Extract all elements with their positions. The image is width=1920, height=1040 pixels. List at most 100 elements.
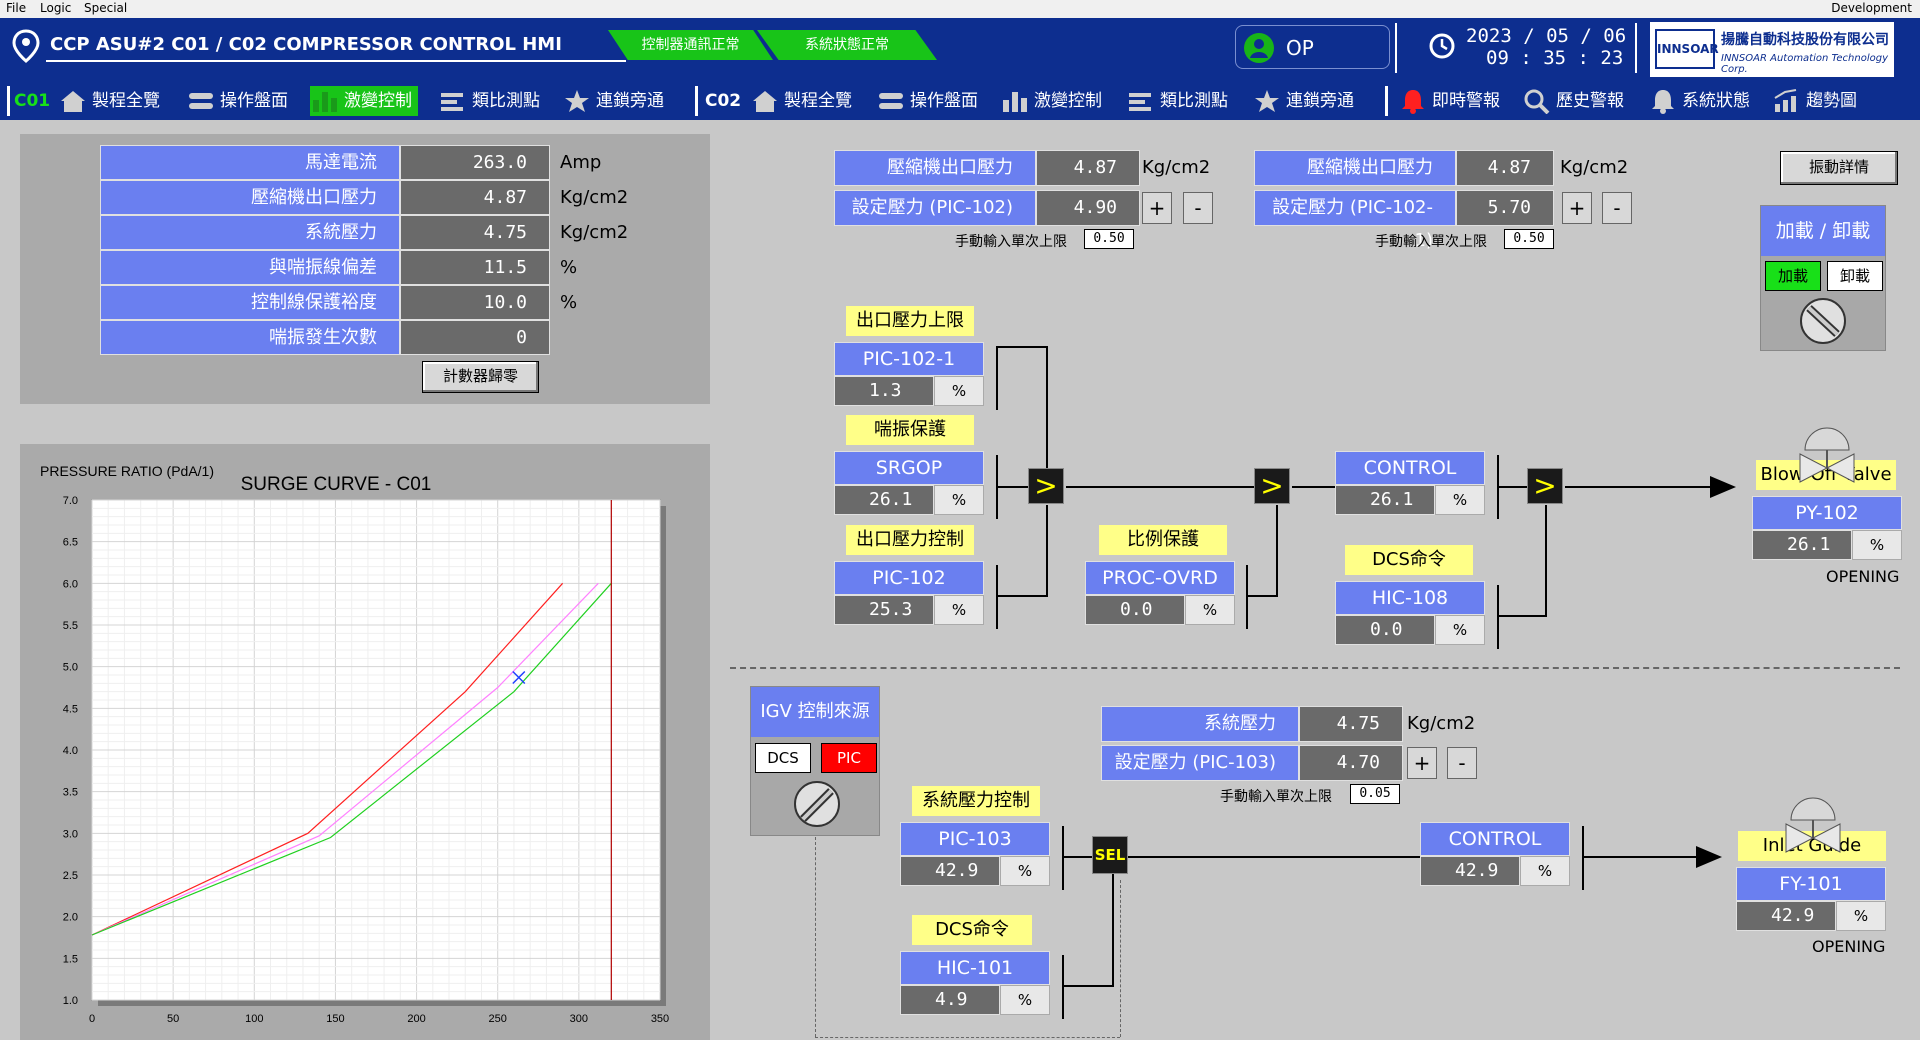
- blowoff-valve-icon[interactable]: [1798, 424, 1856, 488]
- nav-c02-surge[interactable]: 激變控制: [1000, 86, 1102, 116]
- pic1021-caption: 出口壓力上限: [846, 306, 974, 336]
- wire: [1062, 985, 1112, 987]
- summary-unit: Kg/cm2: [560, 222, 629, 243]
- hic108-tag[interactable]: HIC-108: [1335, 581, 1485, 615]
- wire: [1046, 346, 1048, 471]
- nav-c01-bypass[interactable]: 連鎖旁通: [562, 86, 664, 116]
- menu-file[interactable]: File: [6, 1, 26, 15]
- pic102-unit: %: [934, 595, 984, 625]
- manual-limit-label: 手動輸入單次上限: [955, 234, 1067, 250]
- nav-c01-label[interactable]: C01: [14, 86, 50, 116]
- manual-limit-value[interactable]: 0.50: [1084, 229, 1134, 249]
- home-icon: [753, 91, 777, 112]
- manual-limit3-label: 手動輸入單次上限: [1220, 789, 1332, 805]
- vibration-detail-button[interactable]: 振動詳情: [1780, 151, 1898, 185]
- x-tick-label: 0: [89, 1013, 95, 1025]
- setpoint2-value[interactable]: 5.70: [1456, 190, 1554, 226]
- sp103-plus-button[interactable]: +: [1407, 747, 1437, 779]
- nav-c01-analog[interactable]: 類比測點: [438, 86, 540, 116]
- nav-c02-overview[interactable]: 製程全覽: [750, 86, 852, 116]
- x-tick-label: 100: [245, 1013, 263, 1025]
- manual-limit2-value[interactable]: 0.50: [1504, 229, 1554, 249]
- igv-dashed-link-v2: [1120, 880, 1121, 1037]
- srgop-tag[interactable]: SRGOP: [834, 451, 984, 485]
- nav-c01-panel[interactable]: 操作盤面: [186, 86, 288, 116]
- wire: [1582, 856, 1712, 858]
- menu-logic[interactable]: Logic: [40, 1, 71, 15]
- out-press2-label: 壓縮機出口壓力: [1254, 150, 1456, 186]
- summary-label: 控制線保護裕度: [100, 285, 400, 320]
- y-tick-label: 1.0: [63, 995, 78, 1007]
- nav-system-status[interactable]: 系統狀態: [1648, 86, 1750, 116]
- op-mode-box[interactable]: OP: [1235, 25, 1390, 69]
- nav-label: 連鎖旁通: [596, 91, 664, 111]
- x-tick-label: 350: [651, 1013, 669, 1025]
- bracket: [1062, 955, 1064, 1019]
- sp103-minus-button[interactable]: -: [1447, 747, 1477, 779]
- setpoint-minus-button[interactable]: -: [1183, 192, 1213, 224]
- hic101-tag[interactable]: HIC-101: [900, 951, 1050, 985]
- out-press-unit: Kg/cm2: [1142, 157, 1211, 178]
- pic1021-tag[interactable]: PIC-102-1: [834, 342, 984, 376]
- nav-history-alarm[interactable]: 歷史警報: [1522, 86, 1624, 116]
- nav-realtime-alarm[interactable]: 即時警報: [1398, 86, 1500, 116]
- setpoint2-plus-button[interactable]: +: [1562, 192, 1592, 224]
- x-tick-label: 150: [326, 1013, 344, 1025]
- hic101-caption: DCS命令: [912, 915, 1032, 945]
- igv-valve-icon[interactable]: [1784, 794, 1842, 858]
- compare-icon-2: >: [1254, 468, 1290, 504]
- procovrd-tag[interactable]: PROC-OVRD: [1085, 561, 1235, 595]
- nav-c02-label[interactable]: C02: [705, 86, 741, 116]
- setpoint-plus-button[interactable]: +: [1142, 192, 1172, 224]
- out-press-value: 4.87: [1036, 150, 1140, 186]
- wire: [996, 595, 1046, 597]
- x-tick-label: 50: [167, 1013, 179, 1025]
- nav-c02-analog[interactable]: 類比測點: [1126, 86, 1228, 116]
- summary-value: 0: [400, 320, 550, 355]
- pic102-value: 25.3: [834, 595, 934, 625]
- nav-c01-surge[interactable]: 激變控制: [310, 86, 418, 116]
- menu-special[interactable]: Special: [84, 1, 127, 15]
- setpoint-value[interactable]: 4.90: [1036, 190, 1140, 226]
- nav-label: 激變控制: [1034, 91, 1102, 111]
- manual-limit3-value[interactable]: 0.05: [1350, 784, 1400, 804]
- logo-cn: 揚騰自動科技股份有限公司: [1721, 32, 1889, 48]
- header-divider: [1395, 23, 1397, 73]
- py102-tag[interactable]: PY-102: [1752, 496, 1902, 530]
- igv-pic-button[interactable]: PIC: [821, 743, 877, 773]
- plot-shadow: [98, 1000, 666, 1006]
- nav-label: 類比測點: [1160, 91, 1228, 111]
- nav-trend[interactable]: 趨勢圖: [1772, 86, 1857, 116]
- control2-tag[interactable]: CONTROL: [1420, 822, 1570, 856]
- srgop-unit: %: [934, 485, 984, 515]
- nav-c02-panel[interactable]: 操作盤面: [876, 86, 978, 116]
- nav-sep: [695, 86, 698, 116]
- sp103-value[interactable]: 4.70: [1299, 745, 1403, 781]
- panel-icon: [189, 93, 213, 109]
- pic102-tag[interactable]: PIC-102: [834, 561, 984, 595]
- setpoint2-label: 設定壓力 (PIC-102-1): [1254, 190, 1456, 251]
- pic103-tag[interactable]: PIC-103: [900, 822, 1050, 856]
- load-unload-title: 加載 / 卸載: [1761, 206, 1885, 256]
- selector-knob-icon[interactable]: [791, 779, 843, 829]
- nav-label: 類比測點: [472, 91, 540, 111]
- setpoint2-minus-button[interactable]: -: [1602, 192, 1632, 224]
- search-icon: [1524, 89, 1550, 114]
- nav-c01-overview[interactable]: 製程全覽: [58, 86, 160, 116]
- bracket: [1062, 826, 1064, 890]
- pic103-caption: 系統壓力控制: [912, 786, 1040, 816]
- selector-knob-icon[interactable]: [1797, 296, 1849, 346]
- summary-value: 4.87: [400, 180, 550, 215]
- fy101-tag[interactable]: FY-101: [1736, 867, 1886, 901]
- wire: [996, 486, 1028, 488]
- nav-label: 連鎖旁通: [1286, 91, 1354, 111]
- nav-c02-bypass[interactable]: 連鎖旁通: [1252, 86, 1354, 116]
- unload-button[interactable]: 卸載: [1827, 261, 1883, 291]
- control1-tag[interactable]: CONTROL: [1335, 451, 1485, 485]
- load-button[interactable]: 加載: [1765, 261, 1821, 291]
- reset-counter-button[interactable]: 計數器歸零: [422, 361, 539, 393]
- wire: [1062, 856, 1092, 858]
- summary-label: 系統壓力: [100, 215, 400, 250]
- igv-dcs-button[interactable]: DCS: [755, 743, 811, 773]
- title-underline: [46, 60, 626, 62]
